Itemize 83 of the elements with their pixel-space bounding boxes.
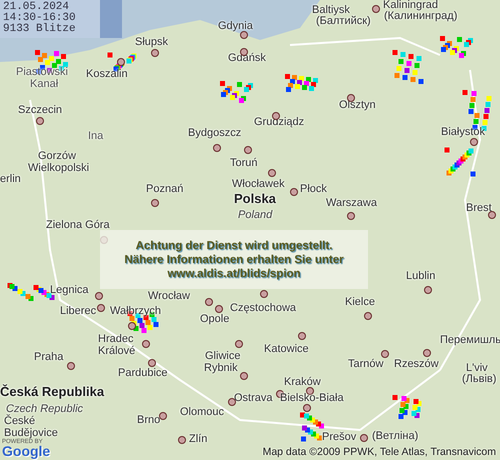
date-text: 21.05.2024	[3, 2, 70, 13]
city-marker-icon	[306, 387, 314, 395]
city-label: erlin	[0, 173, 21, 185]
city-label: Katowice	[264, 343, 309, 355]
city-marker-icon	[159, 412, 167, 420]
country-label: Czech Republic	[6, 403, 84, 415]
region-label: Kanał	[30, 78, 58, 90]
city-marker-icon	[148, 359, 156, 367]
city-label: Częstochowa	[230, 302, 296, 314]
city-label: Szczecin	[18, 104, 62, 116]
city-label: L'viv	[466, 362, 488, 374]
city-label: Gdańsk	[228, 52, 266, 64]
country-label: Polska	[234, 193, 276, 205]
region-label: Piastowski	[16, 66, 68, 78]
city-label: Olomouc	[180, 406, 224, 418]
lightning-strikes-drawing	[220, 81, 253, 103]
logo-text: Google	[2, 445, 50, 458]
lightning-strikes-drawing	[392, 395, 422, 419]
city-label: Kaliningrad	[383, 0, 438, 11]
city-label: Bielsko-Biała	[280, 392, 344, 404]
city-label: (Львів)	[462, 373, 496, 385]
city-label: Legnica	[50, 284, 89, 296]
lightning-strikes-drawing	[392, 50, 424, 84]
city-label: Kielce	[345, 296, 375, 308]
city-label: (Балтийск)	[316, 15, 371, 27]
city-label: Grudziądz	[254, 116, 304, 128]
city-label: Králové	[98, 345, 136, 357]
city-label: Kraków	[284, 376, 321, 388]
notice-text: www.aldis.at/blids/spion	[167, 266, 301, 280]
header-strip	[100, 0, 122, 38]
lightning-strikes-drawing	[440, 36, 473, 58]
city-label: Gdynia	[218, 20, 253, 32]
city-label: (Калининград)	[384, 10, 458, 22]
city-label: (Ветліна)	[372, 430, 418, 442]
city-label: Koszalin	[86, 68, 128, 80]
city-label: Baltiysk	[312, 4, 350, 16]
city-label: Słupsk	[135, 36, 168, 48]
city-label: Białystok	[441, 126, 486, 138]
city-label: Warszawa	[326, 197, 377, 209]
city-label: Praha	[34, 351, 64, 363]
city-label: Brest	[466, 202, 492, 214]
city-label: Olsztyn	[339, 99, 376, 111]
city-marker-icon	[228, 398, 236, 406]
city-label: Toruń	[230, 157, 258, 169]
notice-text: Nähere Informationen erhalten Sie unter	[124, 252, 344, 266]
notice-text: Achtung der Dienst wird umgestellt.	[136, 238, 332, 252]
city-label: Rybnik	[204, 362, 238, 374]
city-label: Wrocław	[148, 290, 190, 302]
lightning-strikes-drawing	[444, 148, 476, 176]
city-marker-icon	[151, 49, 159, 57]
city-label: Włocławek	[232, 178, 285, 190]
city-label: České	[4, 415, 36, 427]
city-label: Opole	[200, 313, 230, 325]
region-label: Ina	[88, 130, 104, 142]
city-label: Tarnów	[348, 358, 384, 370]
city-label: Gorzów	[38, 150, 76, 162]
city-label: Wielkopolski	[28, 162, 90, 174]
city-marker-icon	[347, 94, 355, 102]
city-marker-icon	[97, 304, 105, 312]
city-label: Lublin	[406, 270, 436, 282]
city-label: Zielona Góra	[46, 219, 110, 231]
attribution-text: Map data ©2009 PPWK, Tele Atlas, Transnavicom	[262, 446, 496, 458]
city-label: Budějovice	[4, 427, 58, 439]
city-label: Hradec	[98, 333, 134, 345]
lightning-strikes-drawing	[285, 74, 318, 92]
city-label: Poznań	[146, 183, 184, 195]
country-label: Poland	[238, 209, 272, 221]
city-label: Ostrava	[234, 392, 273, 404]
city-label: Pardubice	[118, 367, 168, 379]
city-label: Prešov	[322, 431, 356, 443]
country-label: Česká Republika	[0, 386, 104, 398]
time-range-text: 14:30-16:30	[3, 13, 77, 24]
city-label: Gliwice	[205, 350, 240, 362]
city-label: Liberec	[60, 305, 96, 317]
city-marker-icon	[488, 211, 496, 219]
city-label: Bydgoszcz	[188, 127, 242, 139]
lightning-strikes-drawing	[300, 412, 324, 442]
city-label: Płock	[300, 183, 327, 195]
city-label: Zlín	[189, 433, 208, 445]
city-label: Brno	[137, 414, 160, 426]
strike-count-text: 9133 Blitze	[3, 24, 77, 35]
city-label: Wałbrzych	[110, 305, 161, 317]
city-label: Rzeszów	[394, 358, 439, 370]
